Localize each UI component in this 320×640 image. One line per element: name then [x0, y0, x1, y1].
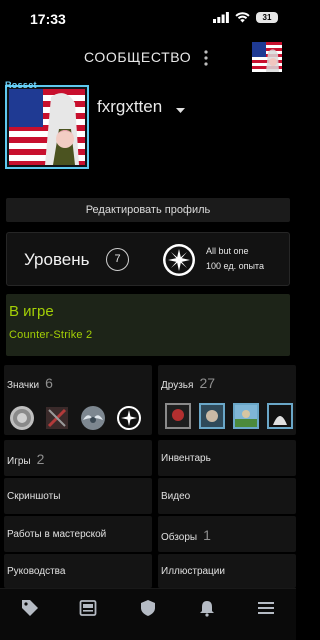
shield-icon[interactable] [139, 599, 157, 617]
badges-label: Значки [7, 380, 40, 391]
screenshots-label: Скриншоты [7, 491, 61, 502]
profile-section: Rosset fxrgxtten [0, 80, 296, 195]
inventory-label: Инвентарь [161, 453, 211, 464]
level-number: 7 [106, 248, 129, 271]
profile-avatar[interactable]: Rosset [5, 80, 89, 169]
guides-tile[interactable]: Руководства [4, 554, 152, 588]
signal-icon [213, 12, 229, 23]
friends-count: 27 [199, 375, 216, 391]
in-game-label: В игре [9, 303, 54, 320]
badge-coin-icon[interactable] [9, 405, 35, 431]
level-label: Уровень [24, 250, 90, 269]
friend-avatar[interactable] [165, 403, 191, 429]
tag-icon[interactable] [21, 599, 39, 617]
badges-tile[interactable]: Значки 6 [4, 365, 152, 435]
news-icon[interactable] [79, 599, 97, 617]
friend-avatar[interactable] [267, 403, 293, 429]
app-header: СООБЩЕСТВО [0, 40, 296, 76]
artwork-tile[interactable]: Иллюстрации [158, 554, 296, 588]
battery-indicator: 31 [256, 12, 278, 23]
videos-label: Видео [161, 491, 191, 502]
chevron-down-icon[interactable] [176, 108, 185, 114]
games-tile[interactable]: Игры 2 [4, 440, 152, 476]
menu-icon[interactable] [257, 599, 275, 617]
reviews-tile[interactable]: Обзоры 1 [158, 516, 296, 552]
profile-username[interactable]: fxrgxtten [97, 97, 162, 117]
status-icons: 31 [213, 12, 278, 23]
badge-name: All but one [206, 246, 249, 256]
badges-count: 6 [45, 375, 53, 391]
more-options-icon[interactable] [200, 48, 212, 68]
badge-xp: 100 ед. опыта [206, 261, 264, 271]
inventory-tile[interactable]: Инвентарь [158, 440, 296, 476]
workshop-tile[interactable]: Работы в мастерской [4, 516, 152, 552]
badge-wings-icon[interactable] [80, 405, 106, 431]
badge-level-icon[interactable] [116, 405, 142, 431]
workshop-label: Работы в мастерской [7, 529, 107, 540]
games-label: Игры [7, 456, 31, 467]
edit-profile-button[interactable]: Редактировать профиль [6, 198, 290, 222]
status-time: 17:33 [30, 11, 66, 27]
user-avatar-small[interactable] [252, 42, 282, 72]
current-game[interactable]: Counter-Strike 2 [9, 329, 92, 341]
status-bar: 17:33 31 [0, 0, 296, 40]
friends-tile[interactable]: Друзья 27 [158, 365, 296, 435]
badge-icon [163, 244, 195, 276]
videos-tile[interactable]: Видео [158, 478, 296, 514]
page-title: СООБЩЕСТВО [84, 49, 192, 65]
avatar-image [9, 89, 85, 165]
in-game-status[interactable]: В игре Counter-Strike 2 [6, 294, 290, 356]
friends-label: Друзья [161, 380, 194, 391]
bottom-nav [0, 588, 296, 640]
guides-label: Руководства [7, 566, 66, 577]
games-count: 2 [36, 451, 45, 467]
reviews-label: Обзоры [161, 532, 198, 543]
badge-dagger-icon[interactable] [44, 405, 70, 431]
avatar-frame-label: Rosset [5, 80, 37, 90]
friend-avatar[interactable] [199, 403, 225, 429]
friend-avatar[interactable] [233, 403, 259, 429]
reviews-count: 1 [203, 527, 211, 543]
artwork-label: Иллюстрации [161, 566, 225, 577]
wifi-icon [235, 12, 250, 23]
level-panel[interactable]: Уровень 7 All but one 100 ед. опыта [6, 232, 290, 286]
bell-icon[interactable] [198, 599, 216, 617]
screenshots-tile[interactable]: Скриншоты [4, 478, 152, 514]
